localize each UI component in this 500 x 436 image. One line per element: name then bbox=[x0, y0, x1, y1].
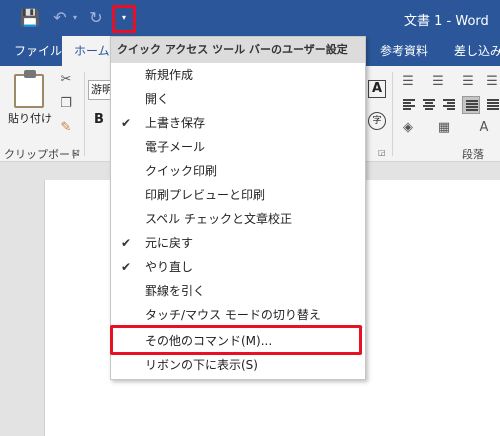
menu-item-show-below-ribbon[interactable]: リボンの下に表示(S) bbox=[111, 353, 365, 377]
multilevel-list-icon[interactable]: ☰ bbox=[460, 74, 476, 90]
paragraph-group-label: 段落 bbox=[462, 148, 484, 161]
menu-item[interactable]: 新規作成 bbox=[111, 63, 365, 87]
align-right-icon[interactable] bbox=[440, 96, 458, 114]
character-border-icon[interactable]: A bbox=[368, 80, 386, 98]
tab-file[interactable]: ファイル bbox=[6, 36, 70, 66]
align-center-icon[interactable] bbox=[420, 96, 438, 114]
text-direction-icon[interactable]: A bbox=[476, 120, 492, 136]
tab-references[interactable]: 参考資料 bbox=[372, 36, 436, 66]
format-painter-icon[interactable]: ✎ bbox=[58, 120, 74, 136]
decrease-indent-icon[interactable]: ☰ bbox=[484, 74, 500, 90]
save-icon[interactable]: 💾 bbox=[20, 8, 40, 28]
title-bar: 💾 ↶ ▾ ↻ ▾ 文書 1 - Word bbox=[0, 0, 500, 36]
menu-item[interactable]: 電子メール bbox=[111, 135, 365, 159]
cut-icon[interactable]: ✂ bbox=[58, 72, 74, 88]
tab-mailings[interactable]: 差し込み bbox=[446, 36, 500, 66]
menu-item[interactable]: ✔ やり直し bbox=[111, 255, 365, 279]
customize-qat-button[interactable]: ▾ bbox=[112, 5, 136, 33]
checkmark-icon: ✔ bbox=[121, 116, 132, 130]
bold-button[interactable]: B bbox=[94, 112, 104, 127]
menu-item-label: 印刷プレビューと印刷 bbox=[145, 188, 266, 202]
menu-item[interactable]: 印刷プレビューと印刷 bbox=[111, 183, 365, 207]
checkmark-icon: ✔ bbox=[121, 260, 132, 274]
borders-icon[interactable]: ▦ bbox=[436, 120, 452, 136]
paste-icon[interactable] bbox=[14, 70, 44, 108]
menu-item-label: クイック印刷 bbox=[145, 164, 218, 178]
undo-icon[interactable]: ↶ bbox=[50, 8, 70, 28]
menu-item-label: 元に戻す bbox=[145, 236, 194, 250]
menu-header: クイック アクセス ツール バーのユーザー設定 bbox=[111, 37, 365, 63]
clipboard-launcher-icon[interactable]: ◲ bbox=[72, 148, 80, 157]
group-divider bbox=[392, 72, 393, 156]
undo-dropdown-icon[interactable]: ▾ bbox=[70, 8, 80, 28]
shading-icon[interactable]: ◈ bbox=[400, 120, 416, 136]
enclose-characters-icon[interactable]: 字 bbox=[368, 112, 386, 130]
justify-icon[interactable] bbox=[462, 96, 480, 114]
menu-item-label: 上書き保存 bbox=[145, 116, 206, 130]
chevron-down-icon: ▾ bbox=[121, 13, 126, 22]
menu-item[interactable]: タッチ/マウス モードの切り替え bbox=[111, 303, 365, 327]
tab-home[interactable]: ホーム bbox=[62, 36, 114, 66]
menu-item[interactable]: 開く bbox=[111, 87, 365, 111]
menu-item[interactable]: スペル チェックと文章校正 bbox=[111, 207, 365, 231]
numbering-icon[interactable]: ☰ bbox=[430, 74, 446, 90]
menu-item-label: 開く bbox=[145, 92, 170, 106]
document-title: 文書 1 - Word bbox=[404, 14, 489, 29]
menu-item-label: 罫線を引く bbox=[145, 284, 206, 298]
bullets-icon[interactable]: ☰ bbox=[400, 74, 416, 90]
menu-item[interactable]: クイック印刷 bbox=[111, 159, 365, 183]
distributed-icon[interactable] bbox=[484, 96, 500, 114]
checkmark-icon: ✔ bbox=[121, 236, 132, 250]
menu-item[interactable]: 罫線を引く bbox=[111, 279, 365, 303]
menu-item-label: やり直し bbox=[145, 260, 194, 274]
highlight-annotation bbox=[110, 325, 362, 355]
align-left-icon[interactable] bbox=[400, 96, 418, 114]
menu-item-label: スペル チェックと文章校正 bbox=[145, 212, 292, 226]
redo-icon[interactable]: ↻ bbox=[86, 8, 106, 28]
menu-item[interactable]: ✔ 元に戻す bbox=[111, 231, 365, 255]
menu-item-label: 新規作成 bbox=[145, 68, 194, 82]
menu-item-label: タッチ/マウス モードの切り替え bbox=[145, 308, 321, 322]
font-launcher-icon[interactable]: ◲ bbox=[378, 148, 386, 157]
menu-item-label: 電子メール bbox=[145, 140, 206, 154]
clipboard-group-label: クリップボード bbox=[4, 148, 81, 161]
copy-icon[interactable]: ❐ bbox=[58, 96, 74, 112]
menu-item[interactable]: ✔ 上書き保存 bbox=[111, 111, 365, 135]
paste-button-label[interactable]: 貼り付け bbox=[8, 110, 52, 126]
group-divider bbox=[84, 72, 85, 156]
